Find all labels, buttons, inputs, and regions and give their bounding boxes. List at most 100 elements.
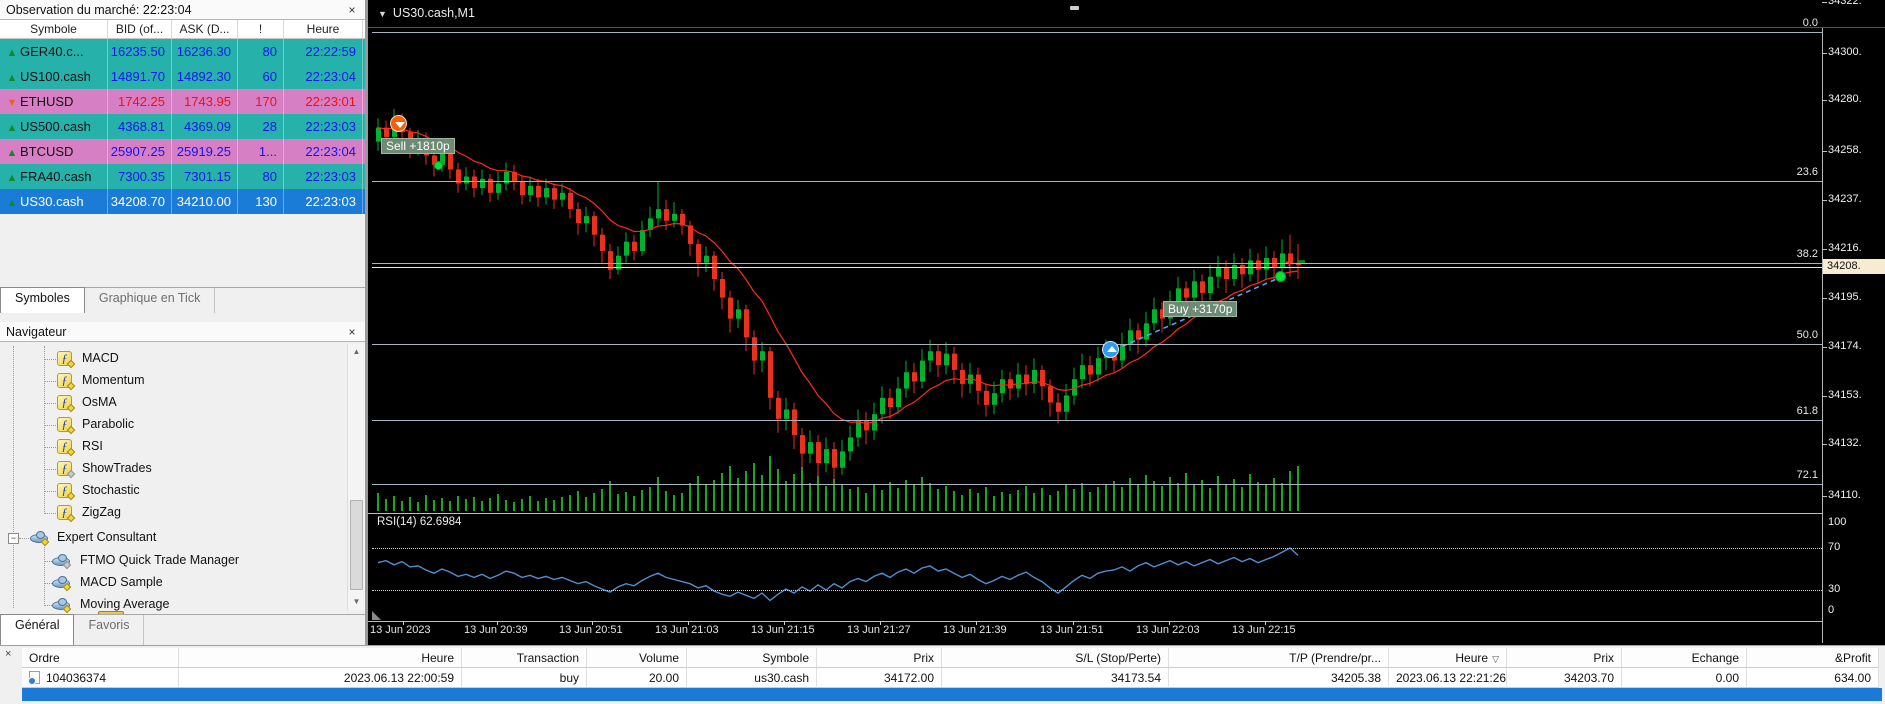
orders-column-header[interactable]: Prix: [1507, 648, 1622, 668]
market-watch-row[interactable]: ▲ GER40.c... 16235.50 16236.30 80 22:22:59: [0, 39, 365, 64]
navigator-item-momentum[interactable]: Momentum: [82, 373, 145, 393]
column-header[interactable]: Heure: [284, 20, 363, 38]
orders-column-header[interactable]: &Profit: [1747, 648, 1879, 668]
order-row[interactable]: 104036374 2023.06.13 22:00:59 buy 20.00 us30…: [22, 668, 1879, 688]
market-watch-row[interactable]: ▲ US100.cash 14891.70 14892.30 60 22:23:04: [0, 64, 365, 89]
tree-guide-line: [44, 561, 52, 562]
symbol-name: ETHUSD: [20, 94, 74, 109]
terminal-close-icon[interactable]: ×: [5, 648, 11, 660]
time-cell: 22:23:03: [284, 114, 363, 139]
symbol-name: BTCUSD: [20, 144, 74, 159]
chart-window-handle-icon[interactable]: [1070, 6, 1079, 10]
expert-diamond-icon: [62, 582, 72, 592]
navigator-titlebar[interactable]: Navigateur ×: [0, 322, 365, 342]
market-watch-row[interactable]: ▲ FRA40.cash 7300.35 7301.15 80 22:23:03: [0, 164, 365, 189]
terminal-panel: × Ordre Heure Transaction Volume Symbole Prix…: [0, 645, 1885, 704]
tree-collapse-icon[interactable]: −: [8, 533, 19, 544]
navigator-tabstrip: Général Favoris: [0, 614, 365, 645]
market-watch-row[interactable]: ▲ US500.cash 4368.81 4369.09 28 22:23:03: [0, 114, 365, 139]
symbol-name: US100.cash: [20, 69, 91, 84]
market-watch-row[interactable]: ▲ US30.cash 34208.70 34210.00 130 22:23:03: [0, 189, 365, 214]
navigator-item-osma[interactable]: OsMA: [82, 395, 117, 415]
navigator-item-macd[interactable]: MACD: [82, 351, 119, 371]
column-header[interactable]: BID (of...: [108, 20, 172, 38]
time-cell: 22:23:04: [284, 139, 363, 164]
time-cell: 22:23:03: [284, 164, 363, 189]
indicator-diamond-icon: [66, 403, 76, 413]
indicator-diamond-icon: [66, 491, 76, 501]
ask-cell: 25919.25: [172, 139, 238, 164]
orders-column-header[interactable]: Echange: [1622, 648, 1747, 668]
tree-guide-line: [44, 381, 56, 382]
symbol-name: FRA40.cash: [20, 169, 92, 184]
orders-column-header[interactable]: Heure ▽: [1389, 648, 1507, 668]
symbol-name: US30.cash: [20, 194, 84, 209]
orders-column-header[interactable]: Heure: [179, 648, 462, 668]
ask-cell: 4369.09: [172, 114, 238, 139]
navigator-item-ftmo-quick-trade-manager[interactable]: FTMO Quick Trade Manager: [80, 553, 239, 573]
order-cell: 20.00: [587, 668, 687, 688]
orders-column-header[interactable]: T/P (Prendre/pr...: [1169, 648, 1389, 668]
orders-column-header[interactable]: Prix: [817, 648, 942, 668]
column-header[interactable]: !: [238, 20, 284, 38]
scroll-down-icon[interactable]: ▼: [348, 594, 365, 610]
ask-cell: 14892.30: [172, 64, 238, 89]
order-id: 104036374: [46, 671, 107, 685]
market-watch-title: Observation du marché: 22:23:04: [6, 3, 192, 17]
market-watch-rows: ▲ GER40.c... 16235.50 16236.30 80 22:22:59 ▲ US…: [0, 39, 365, 214]
bid-cell: 14891.70: [108, 64, 172, 89]
market-watch-row[interactable]: ▲ BTCUSD 25907.25 25919.25 1... 22:23:04: [0, 139, 365, 164]
ask-cell: 1743.95: [172, 89, 238, 114]
scrollbar-thumb[interactable]: [350, 500, 363, 590]
navigator-item-macd-sample[interactable]: MACD Sample: [80, 575, 163, 595]
mt4-terminal-window: Observation du marché: 22:23:04 × Symbol…: [0, 0, 1885, 704]
orders-column-header[interactable]: Symbole: [687, 648, 817, 668]
order-cell: 34172.00: [817, 668, 942, 688]
scroll-up-icon[interactable]: ▲: [348, 344, 365, 360]
ask-cell: 34210.00: [172, 189, 238, 214]
tab-graphique-en-tick[interactable]: Graphique en Tick: [85, 288, 216, 313]
navigator-item-zigzag[interactable]: ZigZag: [82, 505, 121, 525]
navigator-item-stochastic[interactable]: Stochastic: [82, 483, 140, 503]
orders-column-header[interactable]: Transaction: [462, 648, 587, 668]
bid-cell: 1742.25: [108, 89, 172, 114]
orders-column-header[interactable]: Ordre: [22, 648, 179, 668]
up-arrow-icon: ▲: [6, 47, 18, 59]
bid-cell: 7300.35: [108, 164, 172, 189]
selected-empty-row[interactable]: [22, 688, 1882, 701]
navigator-item-showtrades[interactable]: ShowTrades: [82, 461, 152, 481]
symbol-name: GER40.c...: [20, 44, 84, 59]
navigator-item-parabolic[interactable]: Parabolic: [82, 417, 134, 437]
column-header[interactable]: Symbole: [0, 20, 108, 38]
market-watch-titlebar[interactable]: Observation du marché: 22:23:04 ×: [0, 0, 365, 20]
ask-cell: 7301.15: [172, 164, 238, 189]
orders-column-header[interactable]: Volume: [587, 648, 687, 668]
column-header[interactable]: ASK (D...: [172, 20, 238, 38]
orders-table: Ordre Heure Transaction Volume Symbole Prix S/…: [22, 648, 1879, 688]
market-watch-close-icon[interactable]: ×: [345, 0, 359, 20]
orders-column-header[interactable]: S/L (Stop/Perte): [942, 648, 1169, 668]
spread-cell: 28: [238, 114, 284, 139]
navigator-scrollbar[interactable]: ▲ ▼: [347, 344, 365, 610]
spread-cell: 60: [238, 64, 284, 89]
expert-diamond-icon: [62, 560, 72, 570]
indicator-diamond-icon: [66, 447, 76, 457]
chart-collapse-icon[interactable]: ▼: [378, 9, 387, 19]
tree-guide-line: [44, 359, 56, 360]
navigator-item-rsi[interactable]: RSI: [82, 439, 103, 459]
time-cell: 22:23:04: [284, 64, 363, 89]
tab-général[interactable]: Général: [0, 614, 75, 645]
tab-favoris[interactable]: Favoris: [74, 615, 145, 645]
indicator-diamond-icon: [66, 425, 76, 435]
symbol-cell: ▲ GER40.c...: [0, 39, 108, 64]
order-cell: us30.cash: [687, 668, 817, 688]
market-watch-row[interactable]: ▼ ETHUSD 1742.25 1743.95 170 22:23:01: [0, 89, 365, 114]
navigator-item-expert-consultant[interactable]: Expert Consultant: [57, 530, 156, 550]
market-watch-header-row[interactable]: Symbole BID (of... ASK (D...! Heure: [0, 20, 365, 39]
tab-symboles[interactable]: Symboles: [0, 287, 85, 313]
up-arrow-icon: ▲: [6, 172, 18, 184]
orders-header-row[interactable]: Ordre Heure Transaction Volume Symbole Prix S/…: [22, 648, 1879, 668]
navigator-close-icon[interactable]: ×: [345, 322, 359, 342]
bid-cell: 4368.81: [108, 114, 172, 139]
chart-window[interactable]: [368, 0, 1885, 645]
